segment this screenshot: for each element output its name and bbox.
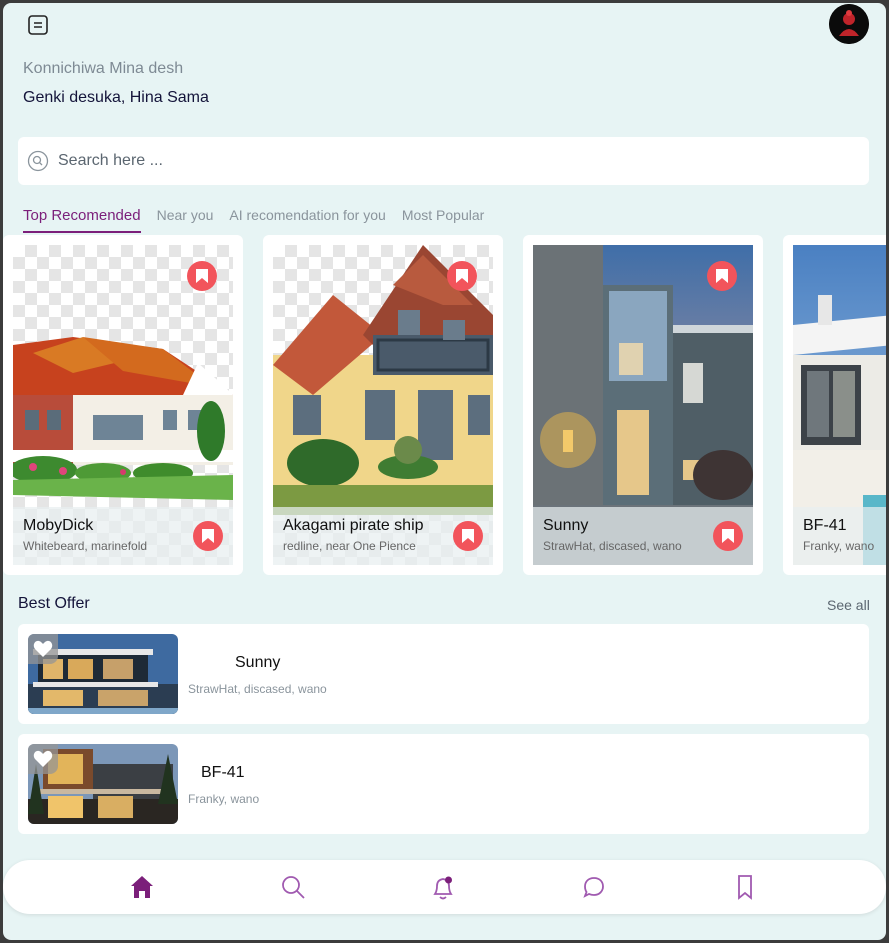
card-info: Akagami pirate ship redline, near One Pi… bbox=[273, 507, 493, 565]
offer-item[interactable]: Sunny StrawHat, discased, wano bbox=[18, 624, 869, 724]
property-card[interactable]: BF-41 Franky, wano bbox=[783, 235, 886, 575]
card-title: BF-41 bbox=[803, 517, 847, 534]
card-info: Sunny StrawHat, discased, wano bbox=[533, 507, 753, 565]
search-bar[interactable] bbox=[18, 137, 869, 185]
greeting-text: Konnichiwa Mina desh bbox=[23, 60, 184, 77]
tab-most-popular[interactable]: Most Popular bbox=[402, 207, 484, 233]
card-title: Sunny bbox=[543, 517, 589, 534]
card-title: Akagami pirate ship bbox=[283, 517, 424, 534]
favorite-button[interactable] bbox=[28, 744, 58, 774]
app-screen: Konnichiwa Mina desh Genki desuka, Hina … bbox=[3, 3, 886, 940]
bookmark-icon bbox=[196, 269, 208, 283]
subgreeting-text: Genki desuka, Hina Sama bbox=[23, 89, 209, 106]
tab-top-recomended[interactable]: Top Recomended bbox=[23, 207, 141, 233]
bookmark-icon bbox=[456, 269, 468, 283]
card-subtitle: Whitebeard, marinefold bbox=[23, 539, 148, 553]
bookmark-icon[interactable] bbox=[731, 873, 759, 901]
save-button[interactable] bbox=[713, 521, 743, 551]
see-all-link[interactable]: See all bbox=[827, 597, 870, 613]
bookmark-icon bbox=[716, 269, 728, 283]
search-input[interactable] bbox=[58, 152, 818, 170]
bookmark-button[interactable] bbox=[707, 261, 737, 291]
bell-icon[interactable] bbox=[429, 873, 457, 901]
offer-subtitle: Franky, wano bbox=[188, 792, 260, 806]
property-card[interactable]: Akagami pirate ship redline, near One Pi… bbox=[263, 235, 503, 575]
tab-near-you[interactable]: Near you bbox=[157, 207, 214, 233]
tab-ai-recomendation[interactable]: AI recomendation for you bbox=[229, 207, 385, 233]
save-button[interactable] bbox=[453, 521, 483, 551]
bookmark-icon bbox=[722, 529, 734, 543]
home-icon[interactable] bbox=[128, 873, 156, 901]
avatar[interactable] bbox=[829, 4, 869, 44]
property-image: BF-41 Franky, wano bbox=[793, 245, 886, 565]
chat-icon[interactable] bbox=[580, 873, 608, 901]
property-card[interactable]: MobyDick Whitebeard, marinefold bbox=[3, 235, 243, 575]
avatar-icon bbox=[829, 4, 869, 44]
save-button[interactable] bbox=[193, 521, 223, 551]
offer-item[interactable]: BF-41 Franky, wano bbox=[18, 734, 869, 834]
card-subtitle: Franky, wano bbox=[803, 539, 875, 553]
card-subtitle: redline, near One Pience bbox=[283, 539, 416, 553]
bookmark-icon bbox=[202, 529, 214, 543]
card-info: MobyDick Whitebeard, marinefold bbox=[13, 507, 233, 565]
offer-subtitle: StrawHat, discased, wano bbox=[188, 682, 327, 696]
bottom-navigation bbox=[3, 860, 886, 914]
favorite-button[interactable] bbox=[28, 634, 58, 664]
recommended-carousel[interactable]: MobyDick Whitebeard, marinefold Akagami … bbox=[3, 235, 886, 575]
property-image: MobyDick Whitebeard, marinefold bbox=[13, 245, 233, 565]
bookmark-icon bbox=[462, 529, 474, 543]
card-subtitle: StrawHat, discased, wano bbox=[543, 539, 682, 553]
category-tabs: Top Recomended Near you AI recomendation… bbox=[23, 207, 500, 233]
heart-icon bbox=[33, 750, 53, 767]
bookmark-button[interactable] bbox=[447, 261, 477, 291]
menu-icon[interactable] bbox=[27, 14, 49, 36]
search-icon[interactable] bbox=[279, 873, 307, 901]
card-title: MobyDick bbox=[23, 517, 94, 534]
property-image: Akagami pirate ship redline, near One Pi… bbox=[273, 245, 493, 565]
offer-title: Sunny bbox=[235, 654, 281, 671]
offer-title: BF-41 bbox=[201, 764, 245, 781]
property-image: Sunny StrawHat, discased, wano bbox=[533, 245, 753, 565]
best-offer-title: Best Offer bbox=[18, 595, 90, 612]
card-info: BF-41 Franky, wano bbox=[793, 507, 886, 565]
property-card[interactable]: Sunny StrawHat, discased, wano bbox=[523, 235, 763, 575]
heart-icon bbox=[33, 640, 53, 657]
bookmark-button[interactable] bbox=[187, 261, 217, 291]
search-icon bbox=[27, 150, 49, 172]
